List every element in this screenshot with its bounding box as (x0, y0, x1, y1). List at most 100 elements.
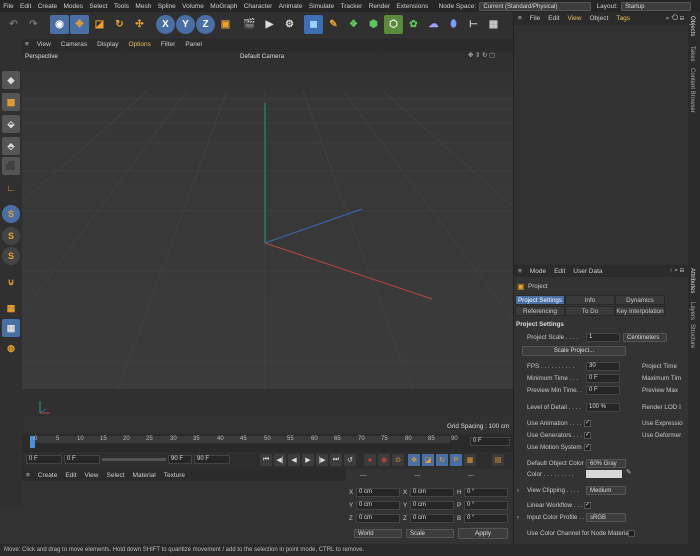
redo-icon[interactable]: ↷ (24, 15, 43, 34)
project-scale-field[interactable]: 1 (586, 333, 620, 342)
attribute-nav-icons[interactable]: ↑ ⌕ ⊟ (665, 267, 688, 275)
polygons-mode-icon[interactable]: ⬛ (2, 157, 20, 175)
tab-referencing[interactable]: Referencing (515, 306, 565, 316)
tab-key-interpolation[interactable]: Key Interpolation (615, 306, 665, 316)
coord-pos-x[interactable]: 0 cm (356, 488, 400, 497)
workplane-icon[interactable]: ▦ (2, 299, 20, 317)
timeline-window-icon[interactable]: ▤ (492, 454, 504, 466)
input-profile-dropdown[interactable]: sRGB (586, 513, 626, 522)
viewport-menu-filter[interactable]: Filter (156, 41, 180, 48)
prev-key-icon[interactable]: ◀| (274, 454, 286, 466)
menu-volume[interactable]: Volume (179, 3, 207, 10)
next-frame-icon[interactable]: |▶ (316, 454, 328, 466)
viewport-menu-panel[interactable]: Panel (180, 41, 207, 48)
key-position-icon[interactable]: ✥ (408, 454, 420, 466)
record-icon[interactable]: ● (364, 454, 376, 466)
side-tab-attributes[interactable]: Attributes (689, 268, 695, 293)
field-icon[interactable]: ✿ (404, 15, 423, 34)
axis-x-button[interactable]: X (156, 15, 175, 34)
menu-select[interactable]: Select (86, 3, 110, 10)
model-mode-icon[interactable]: ◆ (2, 71, 20, 89)
viewport-menu-display[interactable]: Display (92, 41, 123, 48)
texture-mode-icon[interactable]: ▩ (2, 93, 20, 111)
viewport-menu-view[interactable]: View (32, 41, 56, 48)
deformer-icon[interactable]: ⬡ (384, 15, 403, 34)
points-mode-icon[interactable]: ⬙ (2, 115, 20, 133)
menu-tools[interactable]: Tools (111, 3, 133, 10)
subdivision-icon[interactable]: ❖ (344, 15, 363, 34)
side-tab-layers[interactable]: Layers (689, 302, 695, 320)
edges-mode-icon[interactable]: ⬘ (2, 137, 20, 155)
linear-workflow-checkbox[interactable]: ✓ (584, 502, 591, 509)
layout-dropdown[interactable]: Startup (621, 1, 692, 11)
color-swatch[interactable] (586, 470, 622, 478)
material-menu-create[interactable]: Create (34, 472, 62, 479)
view-clipping-expand-icon[interactable]: › (517, 487, 519, 494)
fps-field[interactable]: 30 (586, 362, 620, 371)
keyframe-selection-icon[interactable]: ⊙ (392, 454, 404, 466)
grid-icon[interactable]: ▦ (484, 15, 503, 34)
menu-file[interactable]: File (0, 3, 17, 10)
preview-min-field[interactable]: 0 F (586, 386, 620, 395)
use-motion-checkbox[interactable]: ✓ (584, 444, 591, 451)
max-frame-field[interactable]: 90 F (168, 455, 192, 464)
object-menu-file[interactable]: File (526, 15, 544, 22)
material-menu-material[interactable]: Material (129, 472, 160, 479)
coord-size-z[interactable]: 0 cm (410, 514, 454, 523)
side-tab-takes[interactable]: Takes (689, 46, 695, 62)
menu-character[interactable]: Character (241, 3, 276, 10)
last-tool-icon[interactable]: ✣ (130, 15, 149, 34)
select-tool-icon[interactable]: ◉ (50, 15, 69, 34)
input-profile-expand-icon[interactable]: › (517, 514, 519, 521)
cloner-icon[interactable]: ⬢ (364, 15, 383, 34)
object-menu-tags[interactable]: Tags (612, 15, 634, 22)
play-icon[interactable]: ▶ (302, 454, 314, 466)
timeline-ruler[interactable]: 0 5 10 15 20 25 30 35 40 45 50 55 60 65 … (22, 434, 513, 452)
apply-button[interactable]: Apply (458, 528, 508, 539)
menu-edit[interactable]: Edit (17, 3, 35, 10)
axis-mode-icon[interactable]: ∟ (2, 179, 20, 197)
menu-create[interactable]: Create (34, 3, 60, 10)
viewport-nav-icons[interactable]: ✥ ⇕ ↻ ▢ (468, 52, 495, 59)
solo-icon[interactable]: ◍ (2, 339, 20, 357)
scale-project-button[interactable]: Scale Project... (522, 346, 626, 356)
key-scale-icon[interactable]: ◪ (422, 454, 434, 466)
object-menu-view[interactable]: View (563, 15, 585, 22)
snap-settings-icon[interactable]: S (2, 227, 20, 245)
coord-mode-dropdown[interactable]: Scale (406, 529, 454, 538)
render-settings-icon[interactable]: ⚙ (280, 15, 299, 34)
object-menu-toggle-icon[interactable]: ≡ (514, 15, 526, 22)
autokey-icon[interactable]: ◉ (378, 454, 390, 466)
menu-tracker[interactable]: Tracker (337, 3, 365, 10)
key-param-icon[interactable]: P (450, 454, 462, 466)
min-frame-field[interactable]: 0 F (64, 455, 100, 464)
viewport[interactable]: Perspective Default Camera ✥ ⇕ ↻ ▢ Grid … (22, 51, 513, 434)
menu-modes[interactable]: Modes (60, 3, 86, 10)
coord-rot-b[interactable]: 0 ° (464, 514, 508, 523)
min-time-field[interactable]: 0 F (586, 374, 620, 383)
coord-rot-h[interactable]: 0 ° (464, 488, 508, 497)
viewport-menu-options[interactable]: Options (123, 41, 155, 48)
start-frame-field[interactable]: 0 F (26, 455, 62, 464)
end-frame-field[interactable]: 90 F (194, 455, 230, 464)
object-list[interactable] (514, 25, 689, 265)
use-color-channel-checkbox[interactable] (628, 530, 635, 537)
material-menu-edit[interactable]: Edit (61, 472, 80, 479)
menu-mograph[interactable]: MoGraph (207, 3, 240, 10)
side-tab-structure[interactable]: Structure (689, 324, 695, 348)
coord-size-y[interactable]: 0 cm (410, 501, 454, 510)
eyedropper-icon[interactable]: ✎ (626, 469, 631, 476)
axis-y-button[interactable]: Y (176, 15, 195, 34)
snap-workplane-icon[interactable]: S (2, 247, 20, 265)
current-frame-field[interactable]: 0 F (470, 437, 510, 446)
goto-end-icon[interactable]: ⏭ (330, 454, 342, 466)
use-generators-checkbox[interactable]: ✓ (584, 432, 591, 439)
clapper-icon[interactable]: 🎬 (240, 15, 259, 34)
tab-todo[interactable]: To Do (565, 306, 615, 316)
material-menu-view[interactable]: View (81, 472, 103, 479)
key-rotation-icon[interactable]: ↻ (436, 454, 448, 466)
menu-spline[interactable]: Spline (155, 3, 179, 10)
coord-size-x[interactable]: 0 cm (410, 488, 454, 497)
loop-icon[interactable]: ↺ (344, 454, 356, 466)
coord-pos-y[interactable]: 0 cm (356, 501, 400, 510)
